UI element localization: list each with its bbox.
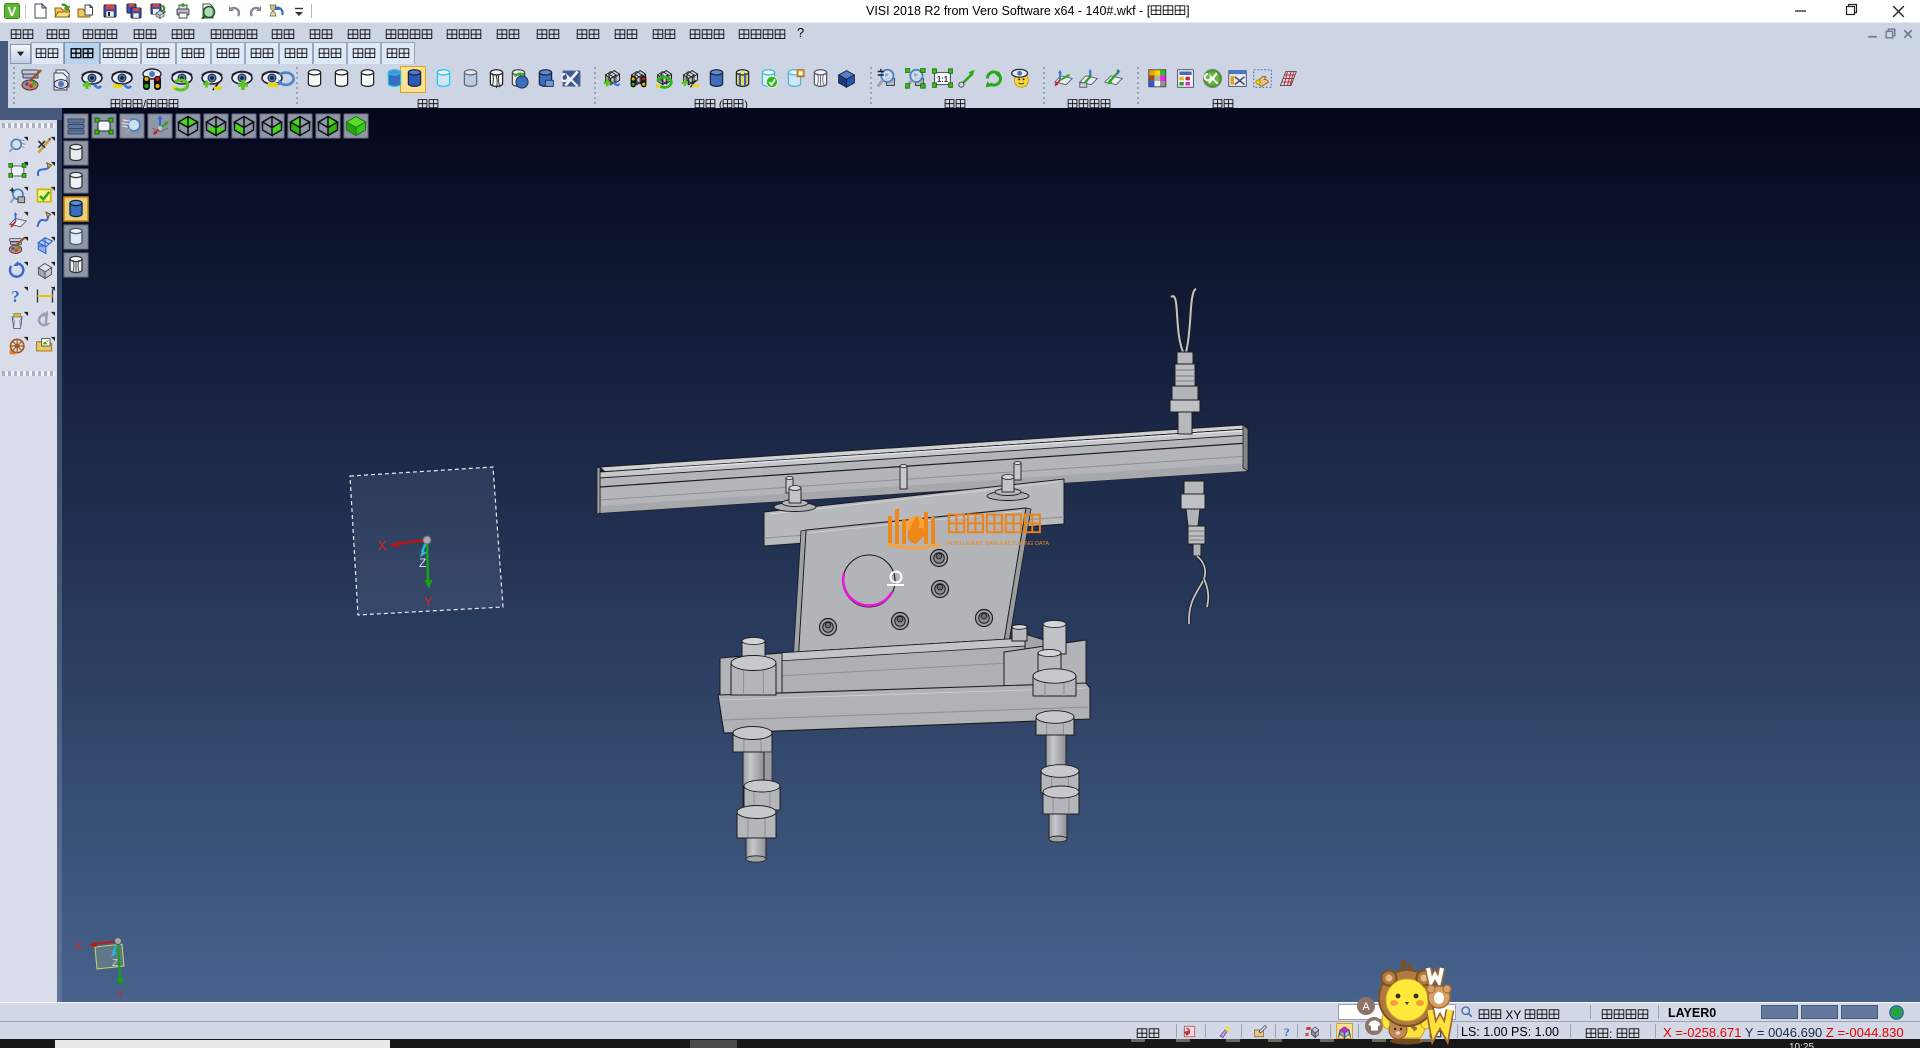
svg-text:1:1: 1:1 <box>937 75 949 84</box>
svg-text:Y: Y <box>424 594 433 609</box>
svg-text:INTELLIGENT MANUFACTURING DATA: INTELLIGENT MANUFACTURING DATA <box>947 541 1049 547</box>
svg-text:X: X <box>75 941 83 953</box>
svg-text:?: ? <box>11 287 19 306</box>
svg-text:Y: Y <box>117 989 125 1001</box>
svg-text:Z: Z <box>112 958 118 969</box>
svg-text:?: ? <box>1284 1025 1290 1039</box>
svg-text:X: X <box>378 538 387 553</box>
svg-text:V: V <box>8 4 17 19</box>
svg-text:Z: Z <box>419 556 426 570</box>
svg-text:A: A <box>1362 1001 1370 1013</box>
